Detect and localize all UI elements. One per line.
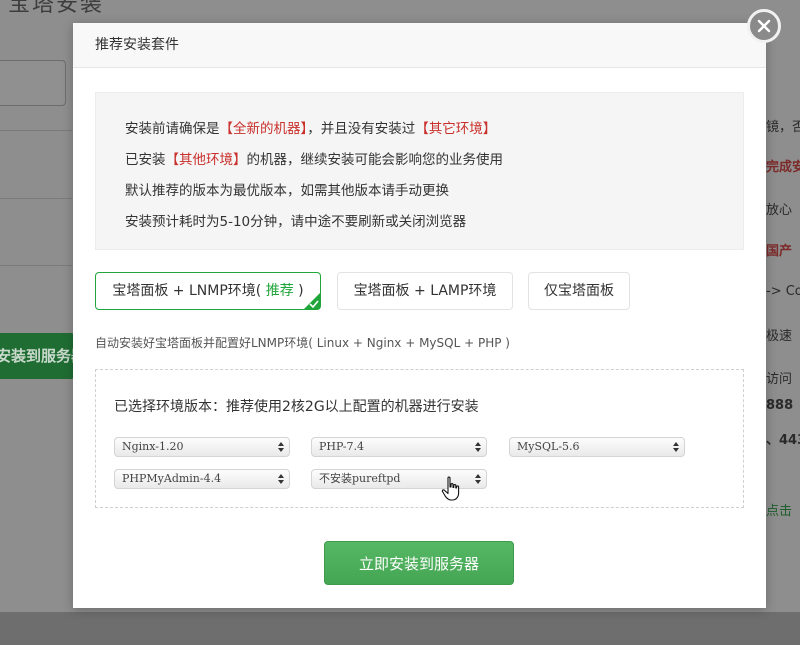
- select-arrows-icon: [673, 442, 679, 452]
- background-snippet: 、443: [766, 433, 800, 448]
- notice-text: 安装前请确保是: [125, 121, 220, 137]
- tab-panel-only[interactable]: 仅宝塔面板: [528, 272, 630, 310]
- recommend-label: 推荐: [265, 283, 294, 299]
- modal-title: 推荐安装套件: [73, 23, 766, 68]
- select-value: PHPMyAdmin-4.4: [122, 472, 222, 485]
- install-notice: 安装前请确保是【全新的机器】，并且没有安装过【其它环境】 已安装【其他环境】的机…: [95, 92, 744, 250]
- select-value: Nginx-1.20: [122, 440, 184, 453]
- checkmark-icon: [309, 300, 319, 308]
- select-arrows-icon: [278, 442, 284, 452]
- background-snippet: 点击: [766, 504, 793, 519]
- hand-pointer-cursor-icon: [441, 476, 460, 501]
- nginx-version-select[interactable]: Nginx-1.20: [114, 437, 290, 457]
- notice-line: 已安装【其他环境】的机器，继续安装可能会影响您的业务使用: [125, 145, 743, 176]
- phpmyadmin-version-select[interactable]: PHPMyAdmin-4.4: [114, 469, 290, 489]
- background-divider: [0, 198, 72, 199]
- background-snippet: -> Co: [766, 284, 800, 299]
- close-button[interactable]: [747, 9, 781, 43]
- select-arrows-icon: [475, 474, 481, 484]
- notice-text: 的机器，继续安装可能会影响您的业务使用: [246, 152, 504, 168]
- tab-lamp[interactable]: 宝塔面板 + LAMP环境: [337, 272, 513, 310]
- notice-line: 安装前请确保是【全新的机器】，并且没有安装过【其它环境】: [125, 114, 743, 145]
- background-install-button: 安装到服务器: [0, 333, 74, 379]
- tab-label: 宝塔面板 + LNMP环境(: [112, 283, 262, 299]
- tab-lnmp[interactable]: 宝塔面板 + LNMP环境( 推荐 ): [95, 272, 321, 310]
- notice-warning: 【全新的机器】: [219, 121, 308, 137]
- notice-warning: 【其它环境】: [415, 121, 497, 137]
- close-icon: [757, 19, 771, 33]
- notice-text: 已安装: [125, 152, 166, 168]
- install-to-server-button[interactable]: 立即安装到服务器: [324, 541, 514, 585]
- background-snippet: 国产: [766, 244, 793, 259]
- background-snippet: 访问: [766, 372, 793, 387]
- background-footer: [0, 612, 800, 645]
- install-suite-modal: 推荐安装套件 安装前请确保是【全新的机器】，并且没有安装过【其它环境】 已安装【…: [73, 23, 766, 608]
- background-snippet: 极速: [766, 329, 793, 344]
- select-value: MySQL-5.6: [517, 440, 580, 453]
- select-arrows-icon: [278, 474, 284, 484]
- select-value: PHP-7.4: [319, 440, 365, 453]
- environment-title: 已选择环境版本：推荐使用2核2G以上配置的机器进行安装: [114, 399, 479, 415]
- php-version-select[interactable]: PHP-7.4: [311, 437, 487, 457]
- notice-line: 安装预计耗时为5-10分钟，请中途不要刷新或关闭浏览器: [125, 214, 467, 230]
- background-snippet: 镜，否: [766, 120, 800, 135]
- environment-selection-box: 已选择环境版本：推荐使用2核2G以上配置的机器进行安装 Nginx-1.20 P…: [95, 369, 744, 508]
- notice-line: 默认推荐的版本为最优版本，如需其他版本请手动更换: [125, 183, 449, 199]
- background-snippet: 888: [766, 398, 794, 413]
- select-arrows-icon: [475, 442, 481, 452]
- mysql-version-select[interactable]: MySQL-5.6: [509, 437, 685, 457]
- tab-label-suffix: ): [298, 283, 304, 299]
- background-snippet: 完成安: [766, 160, 800, 175]
- background-divider: [0, 130, 72, 131]
- notice-text: ，并且没有安装过: [307, 121, 416, 137]
- background-divider: [0, 265, 72, 266]
- background-input: [0, 60, 66, 106]
- background-title: 宝塔安装: [8, 0, 105, 17]
- notice-warning: 【其他环境】: [165, 152, 247, 168]
- select-value: 不安装pureftpd: [319, 472, 401, 485]
- background-snippet: 放心: [766, 203, 793, 218]
- suite-description: 自动安装好宝塔面板并配置好LNMP环境( Linux + Nginx + MyS…: [95, 336, 510, 350]
